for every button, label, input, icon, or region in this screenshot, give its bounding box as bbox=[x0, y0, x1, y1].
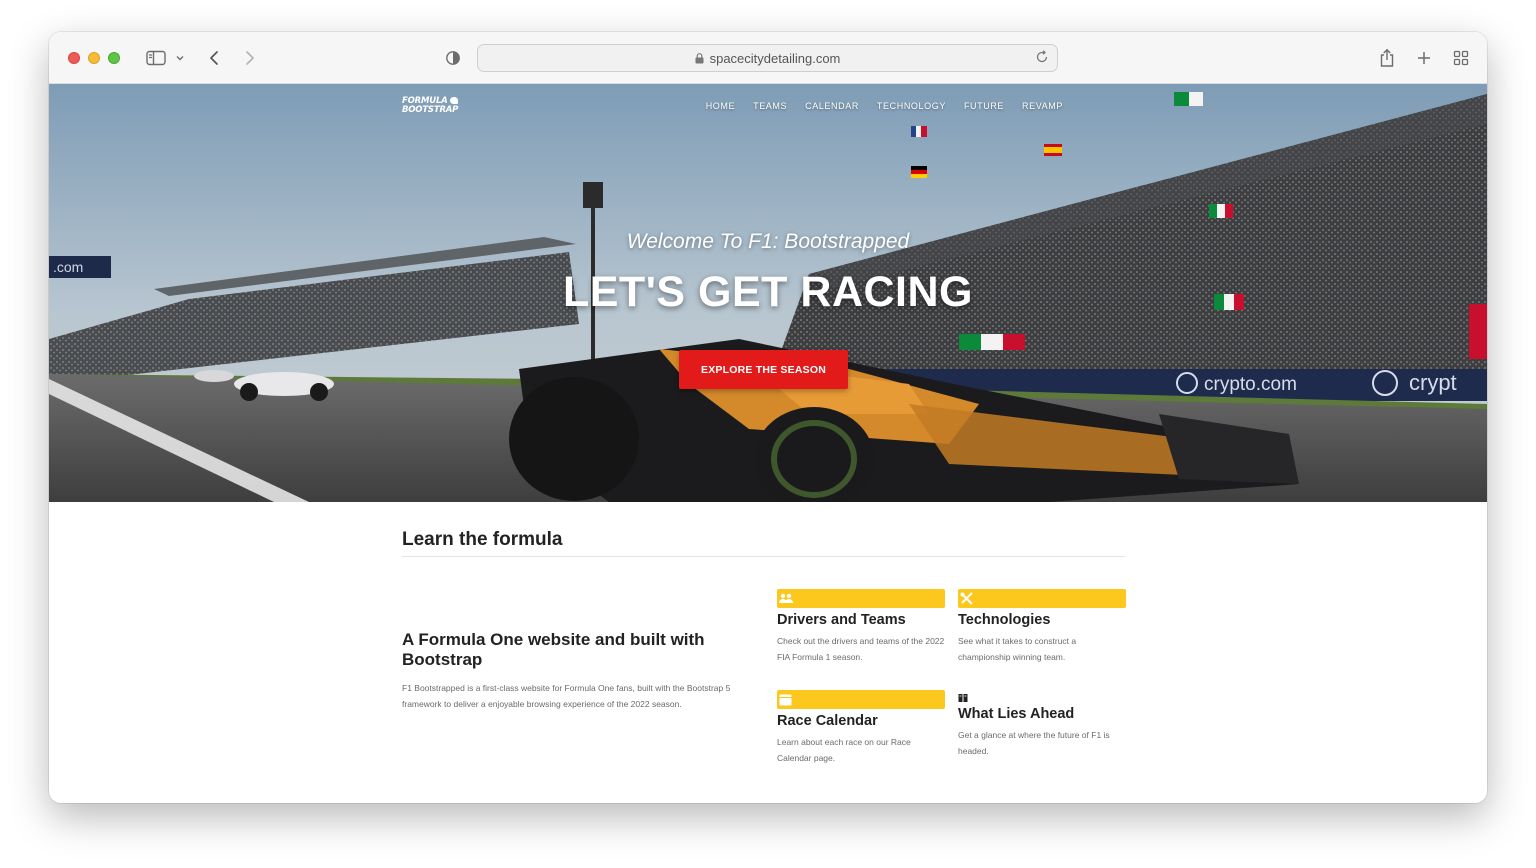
card-text: Check out the drivers and teams of the 2… bbox=[777, 636, 945, 662]
nav-link-future[interactable]: FUTURE bbox=[964, 101, 1004, 111]
learn-section: Learn the formula A Formula One website … bbox=[49, 502, 1487, 803]
card-icon-bar bbox=[777, 690, 945, 709]
section-title: Learn the formula bbox=[402, 529, 563, 550]
url-text: spacecitydetailing.com bbox=[709, 50, 841, 66]
sidebar-toggle-icon[interactable] bbox=[146, 46, 166, 70]
reload-icon[interactable] bbox=[1035, 50, 1049, 64]
card-drivers-teams[interactable]: Drivers and Teams Check out the drivers … bbox=[777, 589, 945, 665]
card-text: Get a glance at where the future of F1 i… bbox=[958, 730, 1110, 756]
intro-title: A Formula One website and built with Boo… bbox=[402, 630, 705, 669]
banner-text: crypto.com bbox=[1204, 374, 1297, 395]
card-text: Learn about each race on our Race Calend… bbox=[777, 737, 911, 763]
card-icon-bar bbox=[958, 589, 1126, 608]
intro-text: F1 Bootstrapped is a first-class website… bbox=[402, 683, 731, 709]
card-title: What Lies Ahead bbox=[958, 706, 1075, 722]
card-technologies[interactable]: Technologies See what it takes to constr… bbox=[958, 589, 1126, 665]
section-divider bbox=[402, 556, 1125, 557]
card-text: See what it takes to construct a champio… bbox=[958, 636, 1077, 662]
calendar-icon bbox=[779, 693, 792, 711]
people-icon bbox=[779, 592, 793, 610]
card-title: Technologies bbox=[958, 612, 1051, 628]
tools-icon bbox=[960, 592, 974, 610]
lock-icon bbox=[695, 52, 704, 64]
nav-link-revamp[interactable]: REVAMP bbox=[1022, 101, 1063, 111]
card-title: Drivers and Teams bbox=[777, 612, 906, 628]
helmet-icon bbox=[449, 97, 458, 104]
main-nav: HOME TEAMS CALENDAR TECHNOLOGY FUTURE RE… bbox=[706, 101, 1063, 111]
nav-link-teams[interactable]: TEAMS bbox=[753, 101, 787, 111]
logo-line-2: BOOTSTRAP bbox=[402, 105, 459, 115]
card-what-lies-ahead[interactable]: What Lies Ahead Get a glance at where th… bbox=[958, 690, 1126, 759]
hero-headline: LET'S GET RACING bbox=[562, 268, 973, 316]
back-arrow-icon[interactable] bbox=[208, 46, 220, 70]
chevron-down-icon[interactable] bbox=[175, 46, 185, 70]
card-title: Race Calendar bbox=[777, 713, 878, 729]
site-logo[interactable]: FORMULA BOOTSTRAP bbox=[402, 97, 458, 115]
browser-toolbar: spacecitydetailing.com bbox=[49, 32, 1487, 84]
svg-text:crypt: crypt bbox=[1409, 370, 1457, 395]
book-icon bbox=[958, 690, 1126, 702]
browser-window: spacecitydetailing.com .com crypto.com c… bbox=[49, 32, 1487, 803]
minimize-window-button[interactable] bbox=[88, 52, 100, 64]
privacy-shield-icon[interactable] bbox=[445, 46, 461, 70]
hero-welcome-text: Welcome To F1: Bootstrapped bbox=[626, 230, 910, 253]
forward-arrow-icon[interactable] bbox=[244, 46, 256, 70]
nav-link-home[interactable]: HOME bbox=[706, 101, 735, 111]
nav-link-calendar[interactable]: CALENDAR bbox=[805, 101, 859, 111]
tab-overview-icon[interactable] bbox=[1453, 46, 1469, 70]
new-tab-icon[interactable] bbox=[1416, 46, 1432, 70]
card-race-calendar[interactable]: Race Calendar Learn about each race on o… bbox=[777, 690, 945, 766]
zoom-window-button[interactable] bbox=[108, 52, 120, 64]
share-icon[interactable] bbox=[1379, 46, 1395, 70]
close-window-button[interactable] bbox=[68, 52, 80, 64]
nav-link-technology[interactable]: TECHNOLOGY bbox=[877, 101, 946, 111]
card-icon-bar bbox=[777, 589, 945, 608]
hero-section: .com crypto.com crypt FORMULA BOOTSTRAP … bbox=[49, 84, 1487, 502]
explore-season-button[interactable]: EXPLORE THE SEASON bbox=[679, 350, 848, 389]
address-bar[interactable]: spacecitydetailing.com bbox=[477, 44, 1058, 72]
